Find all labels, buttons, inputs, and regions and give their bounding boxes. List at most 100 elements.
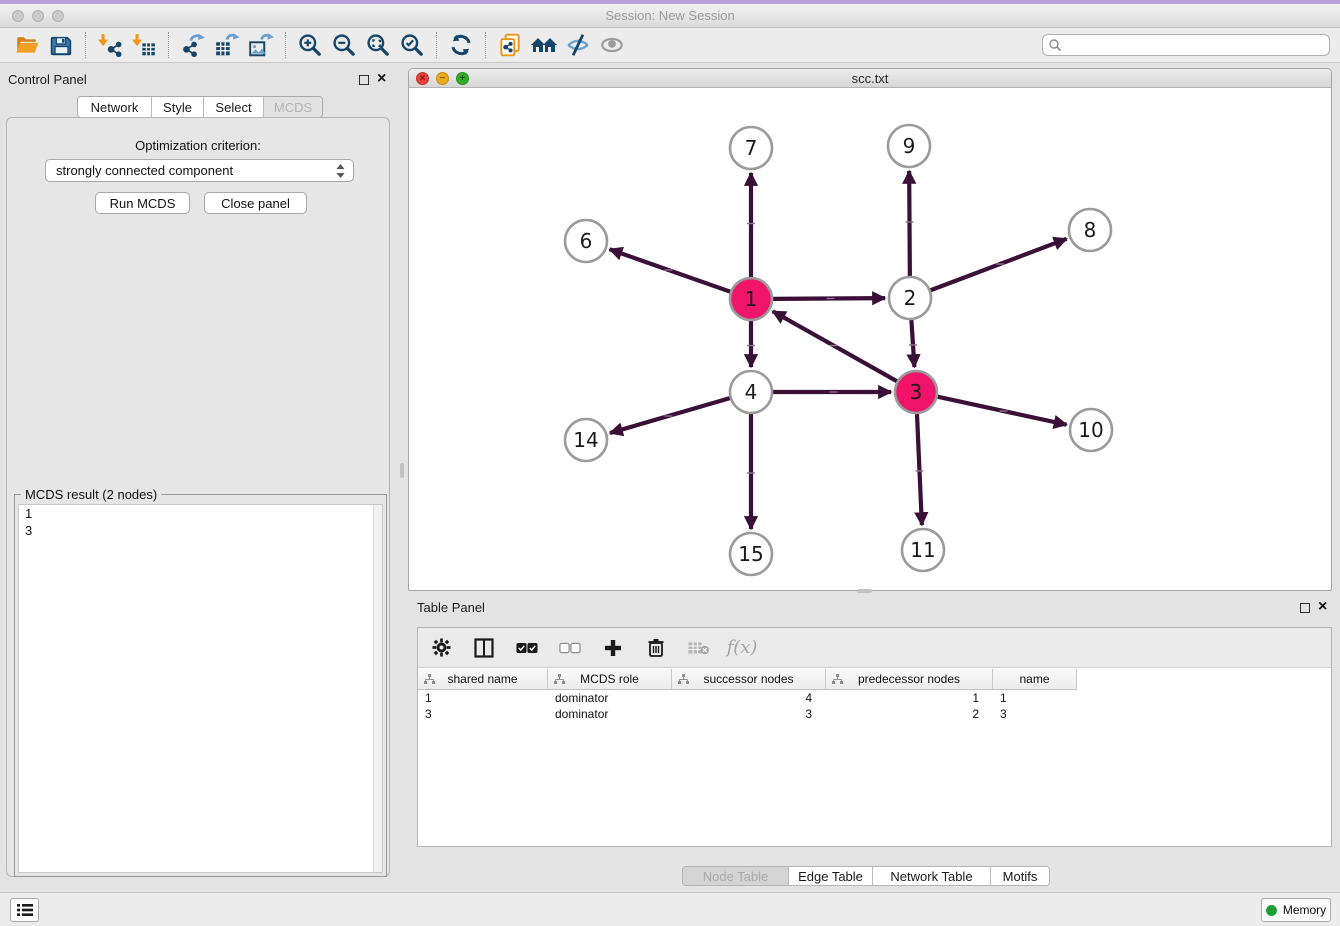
toolbar-separator (85, 32, 86, 58)
node-label-1: 1 (745, 287, 758, 311)
table-row[interactable]: 3dominator323 (418, 706, 1077, 722)
home-icon[interactable] (527, 30, 561, 60)
delete-table-icon (688, 637, 710, 659)
titlebar: Session: New Session (0, 4, 1340, 28)
mcds-result-title: MCDS result (2 nodes) (21, 487, 161, 502)
optimization-criterion-select[interactable]: strongly connected component (45, 159, 354, 182)
memory-button[interactable]: Memory (1261, 898, 1331, 922)
search-icon (1048, 38, 1062, 52)
tab-style[interactable]: Style (152, 97, 204, 117)
table-panel-close-icon[interactable]: × (1318, 600, 1327, 614)
show-panels-eye-icon[interactable] (595, 30, 629, 60)
status-bar: Memory (0, 892, 1340, 926)
duplicate-network-icon[interactable] (493, 30, 527, 60)
search-input[interactable] (1042, 34, 1330, 56)
export-image-icon[interactable] (244, 30, 278, 60)
table-cell: 1 (418, 690, 548, 706)
import-network-icon[interactable] (93, 30, 127, 60)
import-table-icon[interactable] (127, 30, 161, 60)
select-all-columns-icon[interactable] (516, 637, 538, 659)
task-list-button[interactable] (10, 898, 39, 922)
table-cell: dominator (548, 690, 672, 706)
edge-3-11[interactable] (917, 414, 922, 525)
tab-network-table[interactable]: Network Table (873, 867, 991, 885)
run-mcds-button[interactable]: Run MCDS (95, 192, 190, 214)
node-label-15: 15 (738, 542, 763, 566)
optimization-criterion-label: Optimization criterion: (7, 138, 389, 153)
edge-2-3[interactable] (911, 320, 914, 367)
column-header-MCDS-role[interactable]: MCDS role (548, 669, 672, 690)
memory-status-icon (1266, 905, 1277, 916)
memory-label: Memory (1283, 903, 1326, 917)
zoom-selected-icon[interactable] (395, 30, 429, 60)
zoom-in-icon[interactable] (293, 30, 327, 60)
tab-edge-table[interactable]: Edge Table (789, 867, 873, 885)
node-label-2: 2 (904, 286, 917, 310)
node-label-14: 14 (573, 428, 598, 452)
tab-select[interactable]: Select (204, 97, 264, 117)
node-table: f(x) shared name MCDS role successor nodes… (417, 627, 1332, 847)
node-label-6: 6 (580, 229, 593, 253)
close-panel-button[interactable]: Close panel (204, 192, 307, 214)
column-header-successor-nodes[interactable]: successor nodes (672, 669, 826, 690)
tab-network[interactable]: Network (78, 97, 152, 117)
table-cell: 3 (672, 706, 826, 722)
table-cell: 3 (993, 706, 1077, 722)
network-view-window: × − + scc.txt 7968124314101511 (408, 68, 1332, 591)
apply-function-icon: f(x) (731, 637, 753, 659)
control-panel-float-icon[interactable] (359, 75, 369, 85)
zoom-fit-icon[interactable] (361, 30, 395, 60)
edge-2-9[interactable] (909, 171, 910, 276)
control-panel-tabs: NetworkStyleSelectMCDS (77, 96, 323, 118)
main-toolbar (0, 28, 1340, 63)
horizontal-splitter-handle[interactable] (857, 589, 872, 593)
tab-mcds[interactable]: MCDS (264, 97, 322, 117)
table-panel-tabs: Node TableEdge TableNetwork TableMotifs (682, 866, 1050, 886)
tab-motifs[interactable]: Motifs (991, 867, 1049, 885)
table-row[interactable]: 1dominator411 (418, 690, 1077, 706)
node-label-8: 8 (1084, 218, 1097, 242)
deselect-all-columns-icon[interactable] (559, 637, 581, 659)
network-canvas[interactable]: 7968124314101511 (409, 88, 1331, 590)
table-cell: 1 (826, 690, 993, 706)
control-panel-title: Control Panel (8, 72, 87, 87)
list-icon (17, 903, 33, 917)
column-header-shared-name[interactable]: shared name (418, 669, 548, 690)
node-label-3: 3 (910, 380, 923, 404)
edge-3-1[interactable] (773, 311, 897, 381)
add-column-icon[interactable] (602, 637, 624, 659)
node-label-9: 9 (903, 134, 916, 158)
delete-column-trash-icon[interactable] (645, 637, 667, 659)
split-panes-icon[interactable] (473, 637, 495, 659)
open-session-icon[interactable] (10, 30, 44, 60)
toolbar-separator (285, 32, 286, 58)
tab-node-table[interactable]: Node Table (683, 867, 789, 885)
zoom-out-icon[interactable] (327, 30, 361, 60)
column-header-predecessor-nodes[interactable]: predecessor nodes (826, 669, 993, 690)
column-header-name[interactable]: name (993, 669, 1077, 690)
refresh-icon[interactable] (444, 30, 478, 60)
network-window-titlebar[interactable]: × − + scc.txt (409, 69, 1331, 88)
node-label-7: 7 (745, 136, 758, 160)
column-header-label: predecessor nodes (858, 672, 960, 686)
table-settings-gear-icon[interactable] (430, 637, 452, 659)
export-table-icon[interactable] (210, 30, 244, 60)
select-stepper-icon (335, 163, 346, 179)
column-header-label: shared name (447, 672, 517, 686)
column-header-label: MCDS role (580, 672, 639, 686)
save-session-icon[interactable] (44, 30, 78, 60)
control-panel-close-icon[interactable]: × (377, 72, 386, 86)
vertical-splitter-handle[interactable] (400, 463, 404, 478)
toolbar-separator (168, 32, 169, 58)
export-network-icon[interactable] (176, 30, 210, 60)
session-title: Session: New Session (0, 8, 1340, 23)
table-panel-float-icon[interactable] (1300, 603, 1310, 613)
result-scrollbar[interactable] (373, 505, 382, 872)
mcds-result-textarea[interactable]: 13 (18, 504, 383, 873)
table-cell: dominator (548, 706, 672, 722)
network-window-title: scc.txt (409, 71, 1331, 86)
node-label-10: 10 (1078, 418, 1103, 442)
mcds-result-value: 1 (19, 505, 382, 522)
hide-panels-eye-icon[interactable] (561, 30, 595, 60)
optimization-criterion-value: strongly connected component (56, 163, 233, 178)
